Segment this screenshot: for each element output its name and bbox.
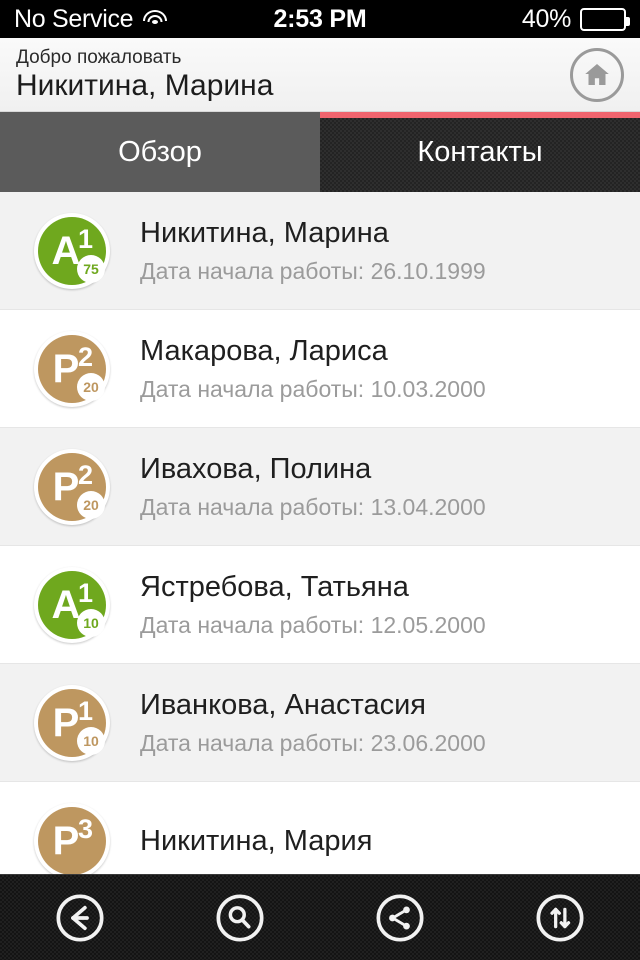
sort-icon	[536, 893, 584, 942]
list-item[interactable]: A 1 10 Ястребова, Татьяна Дата начала работы…	[0, 546, 640, 664]
badge-rank: 2	[77, 459, 93, 490]
status-bar-left: No Service	[14, 5, 273, 34]
badge-rank: 2	[77, 341, 93, 372]
list-item-text: Никитина, Марина Дата начала работы: 26.1…	[110, 215, 624, 287]
search-icon	[216, 893, 264, 942]
list-item-text: Иванкова, Анастасия Дата начала работы: 2…	[110, 687, 624, 759]
badge-disc: P 2 20	[38, 452, 106, 521]
badge-disc: P3	[38, 806, 106, 874]
sort-button[interactable]	[480, 875, 640, 960]
contact-rank-badge: A 1 75	[34, 212, 110, 289]
battery-icon	[580, 7, 630, 31]
tab-active-accent	[320, 112, 640, 118]
back-arrow-icon	[56, 893, 104, 942]
search-button[interactable]	[160, 875, 320, 960]
page-title: Никитина, Марина	[16, 68, 274, 102]
bottom-toolbar	[0, 874, 640, 960]
badge-score: 10	[77, 608, 105, 637]
badge-rank: 1	[77, 223, 93, 254]
tab-bar: Обзор Контакты	[0, 112, 640, 192]
share-button[interactable]	[320, 875, 480, 960]
carrier-label: No Service	[14, 4, 134, 33]
badge-disc: P 1 10	[38, 688, 106, 757]
battery-percent-label: 40%	[521, 4, 571, 33]
list-item-text: Макарова, Лариса Дата начала работы: 10.0…	[110, 333, 624, 405]
contact-start-date: Дата начала работы: 12.05.2000	[140, 611, 486, 638]
badge-score: 75	[77, 254, 105, 283]
list-item[interactable]: P 3 Никитина, Мария	[0, 782, 640, 874]
tab-contacts-label: Контакты	[417, 135, 543, 168]
tab-overview-label: Обзор	[118, 135, 202, 168]
contact-rank-badge: P 2 20	[34, 330, 110, 407]
contact-start-date: Дата начала работы: 10.03.2000	[140, 375, 486, 402]
contact-name: Никитина, Мария	[140, 824, 373, 857]
badge-disc: P 2 20	[38, 334, 106, 403]
contact-name: Ивахова, Полина	[140, 452, 372, 485]
badge-disc: A 1 75	[38, 216, 106, 285]
back-button[interactable]	[0, 875, 160, 960]
contact-rank-badge: P 1 10	[34, 684, 110, 761]
list-item-text: Ивахова, Полина Дата начала работы: 13.04…	[110, 451, 624, 523]
contact-rank-badge: P3	[34, 802, 110, 874]
list-item[interactable]: P 2 20 Макарова, Лариса Дата начала работы: …	[0, 310, 640, 428]
list-item[interactable]: P 2 20 Ивахова, Полина Дата начала работы: 1…	[0, 428, 640, 546]
welcome-label: Добро пожаловать	[16, 46, 182, 68]
badge-disc: A 1 10	[38, 570, 106, 639]
badge-score: 20	[77, 490, 105, 519]
badge-letter: P	[52, 464, 80, 509]
contact-start-date: Дата начала работы: 13.04.2000	[140, 493, 486, 520]
tab-contacts[interactable]: Контакты	[320, 112, 640, 192]
tab-overview[interactable]: Обзор	[0, 112, 320, 192]
contact-name: Ястребова, Татьяна	[140, 570, 409, 603]
clock-label: 2:53 PM	[273, 4, 367, 33]
wifi-icon	[142, 9, 168, 29]
badge-letter: A	[51, 228, 81, 273]
list-item[interactable]: P 1 10 Иванкова, Анастасия Дата начала работ…	[0, 664, 640, 782]
badge-letter: P	[52, 346, 80, 391]
status-bar: No Service 2:53 PM 40%	[0, 0, 640, 38]
contact-rank-badge: A 1 10	[34, 566, 110, 643]
contact-name: Макарова, Лариса	[140, 334, 388, 367]
contact-name: Иванкова, Анастасия	[140, 688, 427, 721]
badge-letter: P	[52, 818, 80, 863]
contact-start-date: Дата начала работы: 23.06.2000	[140, 729, 486, 756]
contact-start-date: Дата начала работы: 26.10.1999	[140, 257, 486, 284]
list-item[interactable]: A 1 75 Никитина, Марина Дата начала работы: …	[0, 192, 640, 310]
app-screen: No Service 2:53 PM 40% Добро пожаловать …	[0, 0, 640, 960]
list-item-text: Никитина, Мария	[110, 823, 624, 859]
badge-rank: 3	[77, 813, 93, 844]
share-icon	[376, 893, 424, 942]
home-icon	[585, 63, 609, 85]
header-text-block: Добро пожаловать Никитина, Марина	[16, 47, 570, 103]
page-header: Добро пожаловать Никитина, Марина	[0, 38, 640, 112]
badge-rank: 1	[77, 577, 93, 608]
status-bar-right: 40%	[367, 4, 630, 34]
contact-name: Никитина, Марина	[140, 216, 389, 249]
contacts-list[interactable]: A 1 75 Никитина, Марина Дата начала работы: …	[0, 192, 640, 874]
badge-letter: P	[52, 700, 80, 745]
badge-score: 20	[77, 372, 105, 401]
badge-letter: A	[51, 582, 81, 627]
contact-rank-badge: P 2 20	[34, 448, 110, 525]
badge-score: 10	[77, 726, 105, 755]
list-item-text: Ястребова, Татьяна Дата начала работы: 12…	[110, 569, 624, 641]
home-button[interactable]	[570, 47, 624, 102]
badge-rank: 1	[77, 695, 93, 726]
